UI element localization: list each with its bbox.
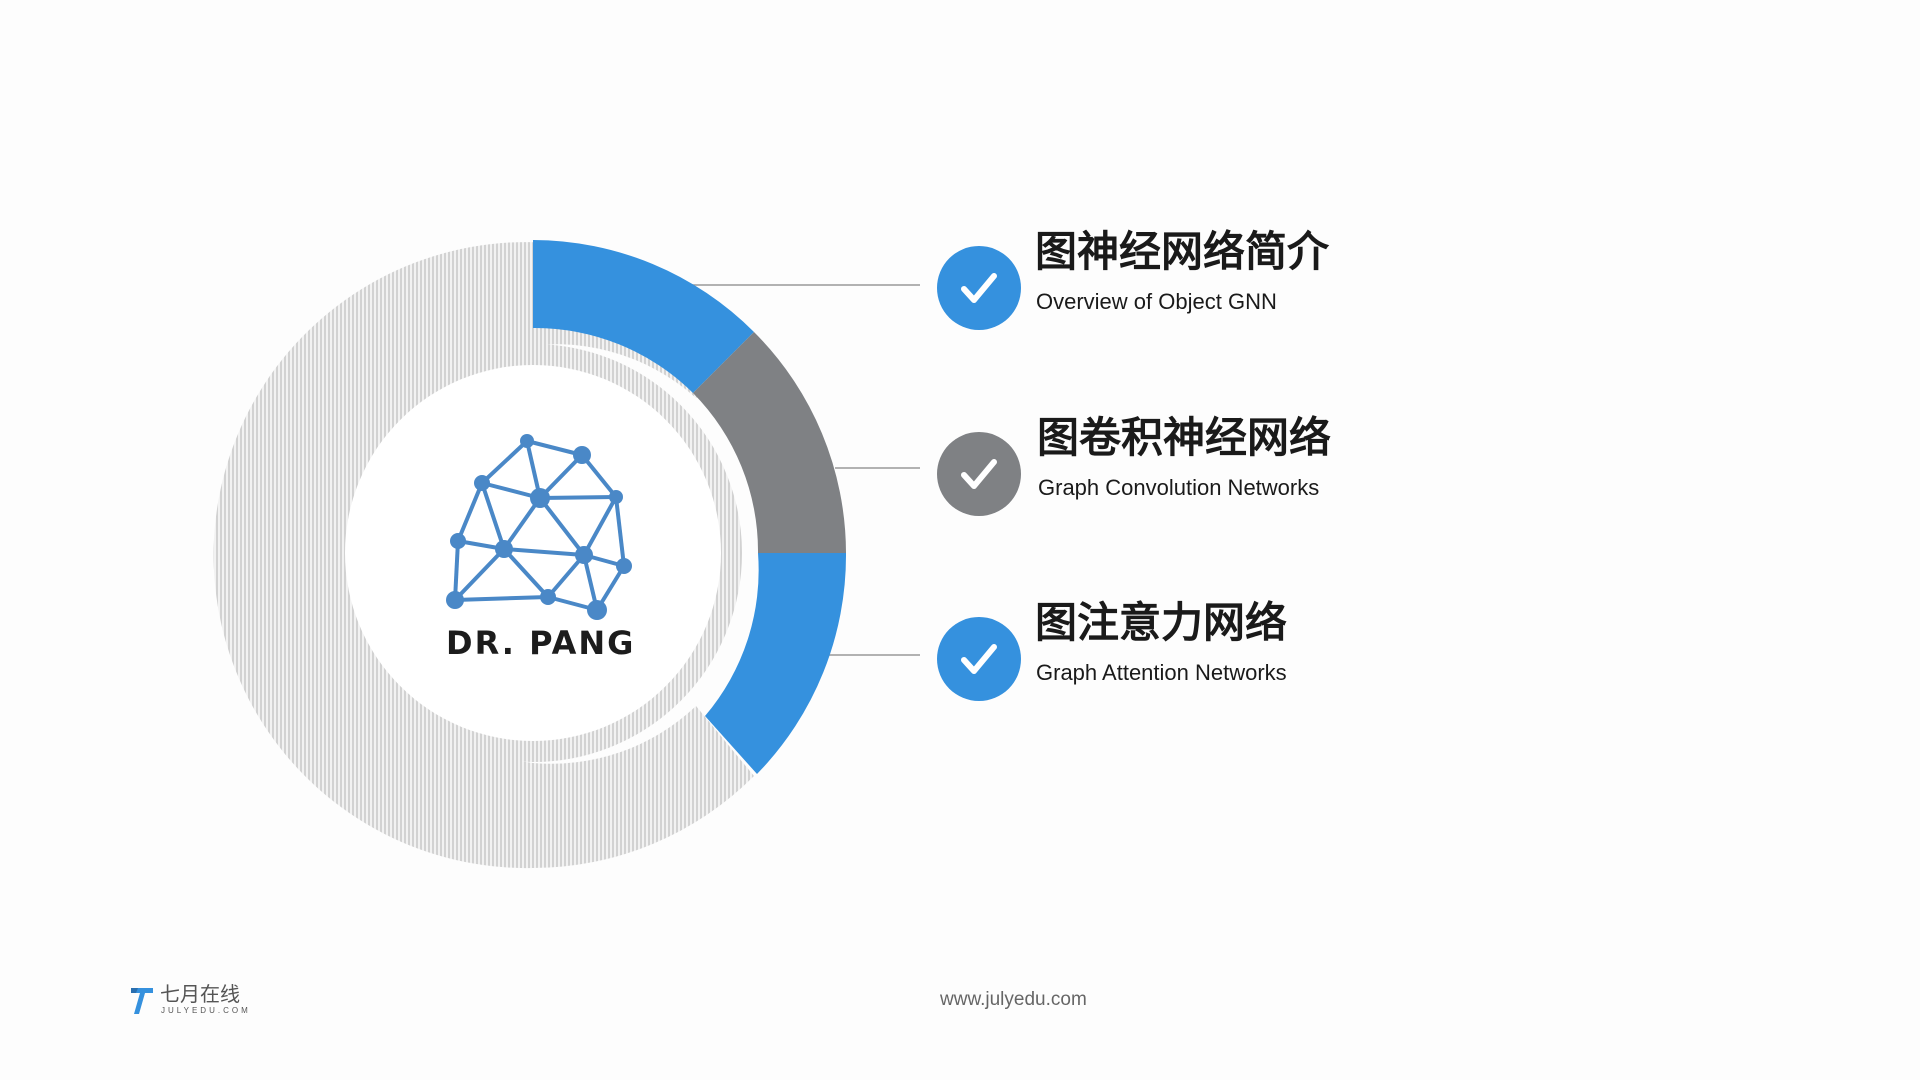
check-badge bbox=[937, 617, 1021, 701]
footer-brand-logo: 七月在线 JULYEDU.COM bbox=[128, 982, 258, 1018]
toc-item-3: 图注意力网络 Graph Attention Networks bbox=[937, 598, 1397, 709]
footer-url: www.julyedu.com bbox=[940, 989, 1087, 1010]
center-logo-text: DR. PANG bbox=[446, 624, 635, 662]
item-subtitle: Graph Attention Networks bbox=[1036, 660, 1287, 685]
item-subtitle: Overview of Object GNN bbox=[1036, 289, 1277, 314]
item-title: 图神经网络简介 bbox=[1035, 227, 1330, 276]
toc-item-1: 图神经网络简介 Overview of Object GNN bbox=[937, 227, 1397, 338]
check-badge bbox=[937, 246, 1021, 330]
checkmark-icon bbox=[961, 459, 997, 489]
item-subtitle: Graph Convolution Networks bbox=[1038, 475, 1320, 500]
footer-brand-en: JULYEDU.COM bbox=[161, 1006, 251, 1015]
slide: DR. PANG 图神经网络简介 Overview of Object GNN … bbox=[0, 0, 1920, 1080]
footer-brand-cn: 七月在线 bbox=[160, 982, 240, 1006]
checkmark-icon bbox=[961, 273, 997, 303]
item-title: 图卷积神经网络 bbox=[1037, 413, 1332, 462]
ring-diagram: DR. PANG bbox=[213, 240, 920, 869]
check-badge bbox=[937, 432, 1021, 516]
checkmark-icon bbox=[961, 644, 997, 674]
julyedu-logo-icon bbox=[131, 988, 153, 1014]
toc-item-2: 图卷积神经网络 Graph Convolution Networks bbox=[937, 413, 1397, 524]
item-title: 图注意力网络 bbox=[1035, 598, 1288, 647]
